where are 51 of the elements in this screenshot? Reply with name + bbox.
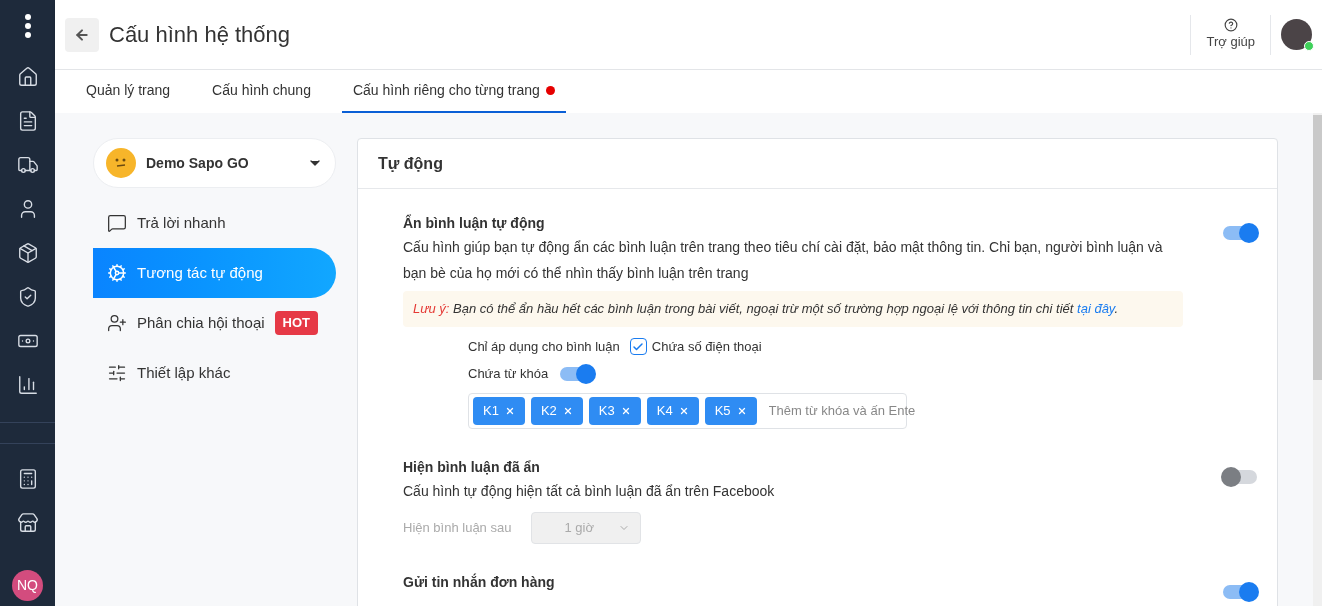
section-title: Gửi tin nhắn đơn hàng: [403, 572, 556, 592]
hot-badge: HOT: [274, 311, 319, 335]
check-icon: [632, 340, 645, 353]
section-description: Cấu hình giúp bạn tự động ẩn các bình luận trên trang theo tiêu chí cài đặt, bảo mật thông tin. Chỉ bạn, người bình luận và bạn bè của họ mới có thể nhìn thấy bình luận trên trang: [403, 238, 1164, 283]
keyword-tag: K1: [473, 396, 525, 425]
bar-chart-icon[interactable]: [16, 374, 39, 396]
toggle-switch[interactable]: [1223, 226, 1257, 240]
sliders-icon: [107, 363, 127, 383]
menu-item[interactable]: Trả lời nhanh: [93, 198, 336, 248]
keyword-tag: K5: [704, 396, 757, 425]
details-link[interactable]: tại đây: [1077, 301, 1115, 316]
back-button[interactable]: [65, 17, 99, 52]
remove-icon[interactable]: [736, 405, 747, 416]
profile-avatar[interactable]: [1281, 19, 1312, 50]
keyword-tag: K3: [588, 396, 641, 425]
keyword-input[interactable]: Thêm từ khóa và ấn Ente: [768, 400, 929, 421]
truck-icon[interactable]: [16, 154, 39, 176]
remove-icon[interactable]: [562, 405, 573, 416]
section-title: Ẩn bình luận tự động: [403, 213, 546, 233]
tab[interactable]: Quản lý trang: [75, 70, 182, 113]
tab[interactable]: Cấu hình chung: [201, 70, 322, 113]
remove-icon[interactable]: [620, 405, 631, 416]
menu-item[interactable]: Thiết lập khác: [93, 348, 336, 398]
menu-item[interactable]: Phân chia hội thoại HOT: [93, 298, 336, 348]
section-description: Cấu hình tự động hiện tất cả bình luận đã ẩn trên Facebook: [403, 481, 776, 501]
section-title: Hiện bình luận đã ẩn: [403, 457, 541, 477]
home-icon[interactable]: [16, 66, 39, 88]
scrollbar[interactable]: [1313, 113, 1322, 606]
note-box: Lưu ý: Bạn có thể ẩn hầu hết các bình luận trong bài viết, ngoại trừ một số trường hợp ngoại lệ với thông tin chi tiết tại đây.: [403, 291, 1183, 327]
filter-label: Chỉ áp dụng cho bình luận: [468, 337, 620, 356]
gear-icon: [107, 263, 127, 283]
toggle-switch[interactable]: [1223, 584, 1257, 599]
help-icon: [1223, 17, 1238, 32]
thinking-face-icon: [106, 148, 136, 178]
chat-icon: [107, 213, 127, 233]
toggle-switch[interactable]: [560, 366, 595, 381]
page-title: Cấu hình hệ thống: [109, 21, 291, 49]
keyword-tag: K4: [646, 396, 699, 425]
keyword-label: Chứa từ khóa: [468, 364, 549, 383]
user-plus-icon: [107, 313, 127, 333]
user-avatar[interactable]: NQ: [12, 570, 43, 601]
card-title: Tự động: [358, 139, 1277, 189]
box-icon[interactable]: [16, 242, 39, 264]
store-icon[interactable]: [16, 512, 39, 534]
remove-icon[interactable]: [678, 405, 689, 416]
help-button[interactable]: Trợ giúp: [1191, 17, 1270, 52]
remove-icon[interactable]: [504, 405, 515, 416]
delay-label: Hiện bình luận sau: [403, 518, 512, 537]
page-selector[interactable]: Demo Sapo GO: [93, 138, 336, 188]
phone-checkbox[interactable]: Chứa số điện thoại: [629, 336, 762, 357]
keyword-tag: K2: [530, 396, 583, 425]
